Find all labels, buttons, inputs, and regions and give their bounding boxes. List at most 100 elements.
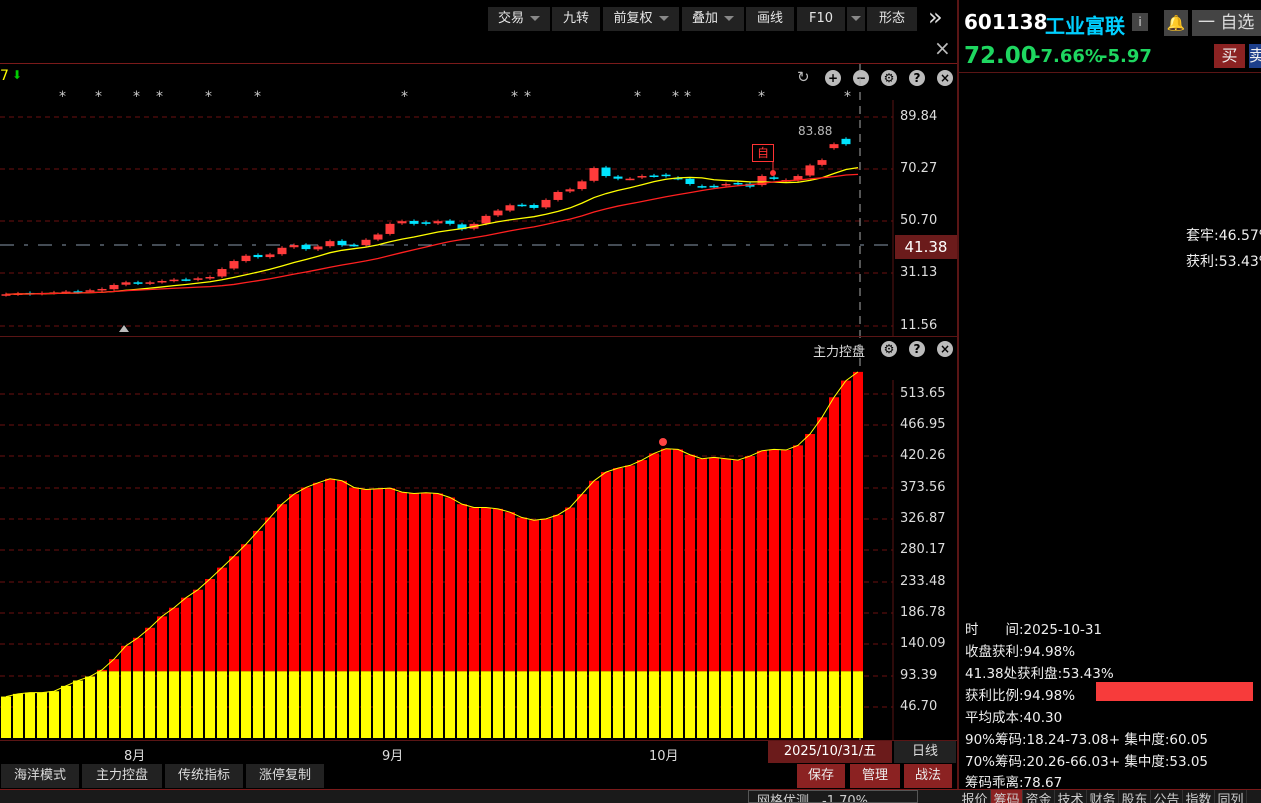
candle (421, 222, 431, 224)
chart-canvas[interactable]: * * * * * * * * * * * * * * (0, 0, 958, 790)
bar-base (37, 692, 47, 738)
ocean-mode-button[interactable]: 海洋模式 (1, 764, 79, 788)
signal-star-icon: * (672, 89, 679, 105)
status-tab[interactable]: 同列 (1215, 790, 1247, 803)
bar-base (553, 671, 563, 738)
status-tab[interactable]: 资金 (1023, 790, 1055, 803)
candle (85, 290, 95, 292)
bar (229, 556, 239, 672)
bar (193, 589, 203, 672)
candle (433, 221, 443, 224)
status-tab[interactable]: 技术 (1055, 790, 1087, 803)
signal-star-icon: * (511, 89, 518, 105)
signal-star-icon: * (95, 89, 102, 105)
bar (265, 517, 275, 672)
sell-button[interactable]: 卖 (1249, 44, 1261, 68)
status-tab[interactable]: 报价 (959, 790, 991, 803)
bar-base (469, 671, 479, 738)
bar-base (301, 671, 311, 738)
status-tab[interactable]: 筹码 (991, 790, 1023, 803)
bar-base (181, 671, 191, 738)
signal-star-icon: * (401, 89, 408, 105)
bar-base (277, 671, 287, 738)
bar (205, 578, 215, 672)
bar (853, 371, 863, 672)
bar (685, 454, 695, 672)
trapped-ratio: 套牢:46.57% (1186, 228, 1261, 244)
bar (169, 607, 179, 672)
bar-base (361, 671, 371, 738)
limit-up-copy-button[interactable]: 涨停复制 (246, 764, 324, 788)
candle (217, 269, 227, 277)
manage-button[interactable]: 管理 (850, 764, 900, 788)
bar (841, 380, 851, 672)
candle (169, 279, 179, 282)
strategy-button[interactable]: 战法 (904, 764, 952, 788)
status-tab[interactable]: 公告 (1151, 790, 1183, 803)
info-icon[interactable]: i (1132, 13, 1148, 31)
bar (277, 504, 287, 672)
bar-base (589, 671, 599, 738)
signal-star-icon: * (205, 89, 212, 105)
high-price-label: 83.88 (798, 124, 833, 138)
candle (829, 144, 839, 149)
price-tick: 50.70 (900, 213, 938, 228)
status-tab[interactable]: 指数 (1183, 790, 1215, 803)
bar (313, 482, 323, 672)
bar (361, 489, 371, 672)
main-control-button[interactable]: 主力控盘 (82, 764, 162, 788)
grid-test-widget[interactable]: 网格优测 -1.70% (748, 790, 918, 803)
bar-base (565, 671, 575, 738)
candle (805, 165, 815, 176)
profit-ratio-label: 获利:53.43% (1186, 254, 1261, 270)
buy-button[interactable]: 买 (1214, 44, 1245, 68)
bar-base (421, 671, 431, 738)
grid-test-pct: -1.70% (822, 794, 869, 803)
bar (793, 445, 803, 672)
bar-base (577, 671, 587, 738)
close-panel-icon[interactable]: × (937, 341, 953, 357)
help-icon[interactable]: ? (909, 341, 925, 357)
bar-base (337, 671, 347, 738)
candle (373, 234, 383, 240)
bar-base (265, 671, 275, 738)
status-tab[interactable]: 财务 (1087, 790, 1119, 803)
bell-icon[interactable]: 🔔 (1164, 10, 1188, 36)
bar (217, 567, 227, 672)
candle (625, 178, 635, 181)
gear-icon[interactable]: ⚙ (881, 341, 897, 357)
bar-base (241, 671, 251, 738)
candle (385, 223, 395, 234)
info-profit-ratio: 获利比例:94.98% (965, 688, 1076, 704)
signal-star-icon: * (758, 89, 765, 105)
candle (649, 175, 659, 178)
bar-base (721, 671, 731, 738)
bar (529, 520, 539, 672)
candle (613, 176, 623, 179)
bar-base (781, 671, 791, 738)
status-tab[interactable]: 股东 (1119, 790, 1151, 803)
bar-base (853, 671, 863, 738)
bar-base (697, 671, 707, 738)
candle (541, 199, 551, 208)
bar-base (205, 671, 215, 738)
candle (301, 244, 311, 250)
bar (817, 417, 827, 672)
signal-star-icon: * (59, 89, 66, 105)
candle (517, 204, 527, 207)
bar (769, 449, 779, 672)
price-tick: 11.56 (900, 318, 938, 333)
traditional-indicator-button[interactable]: 传统指标 (165, 764, 243, 788)
indicator-tick: 466.95 (900, 417, 946, 432)
bar (733, 460, 743, 672)
signal-star-icon: * (634, 89, 641, 105)
period-selector[interactable]: 日线 (894, 741, 956, 763)
signal-star-icon: * (844, 89, 851, 105)
bar-base (217, 671, 227, 738)
month-label: 9月 (382, 749, 404, 764)
bar (133, 637, 143, 672)
bar-base (289, 671, 299, 738)
save-button[interactable]: 保存 (797, 764, 845, 788)
add-watchlist-button[interactable]: 一 自选 (1192, 10, 1261, 36)
bar-base (97, 671, 107, 738)
